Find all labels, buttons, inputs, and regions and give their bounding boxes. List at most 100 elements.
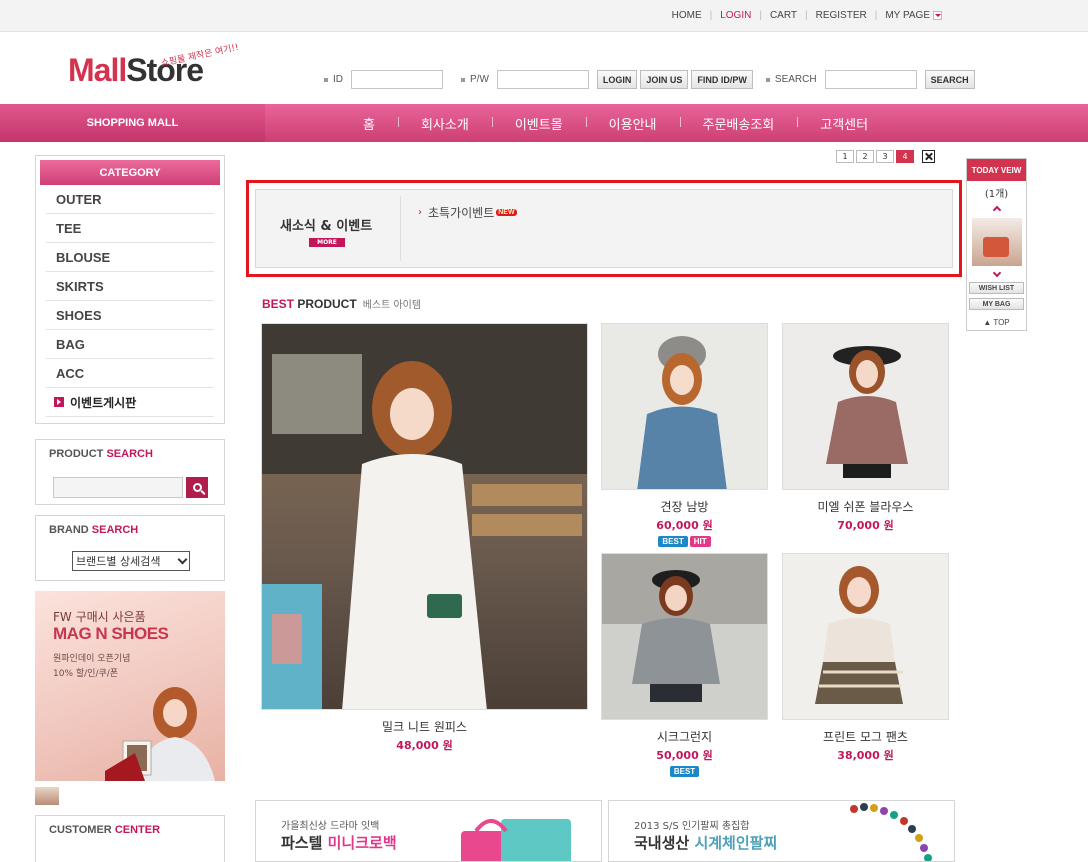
today-view-count: (1개) bbox=[984, 189, 1009, 200]
product-image[interactable] bbox=[601, 553, 768, 720]
banner-line2: MAG N SHOES bbox=[53, 624, 169, 643]
product-name[interactable]: 시크그런지 bbox=[601, 728, 768, 745]
bag-banner-line2: 파스텔 미니크로백 bbox=[281, 834, 397, 852]
news-event-box: 새소식 & 이벤트 MORE › 초특가이벤트 NEW bbox=[246, 180, 962, 277]
login-row: ID P/W LOGIN JOIN US FIND ID/PW SEARCH S… bbox=[324, 70, 978, 89]
divider: | bbox=[805, 10, 808, 21]
product-card[interactable]: 미엘 쉬폰 블라우스 70,000 원 bbox=[782, 323, 949, 533]
shopping-mall-label[interactable]: SHOPPING MALL bbox=[0, 104, 265, 142]
page-3[interactable]: 3 bbox=[876, 150, 894, 163]
product-search-box: PRODUCT SEARCH bbox=[35, 439, 225, 505]
banner-thumbnail[interactable] bbox=[35, 787, 59, 805]
page-2[interactable]: 2 bbox=[856, 150, 874, 163]
product-price: 50,000 원 bbox=[656, 749, 713, 762]
id-input[interactable] bbox=[351, 70, 443, 89]
brand-select-value: 브랜드별 상세검색 bbox=[76, 555, 161, 568]
arrow-right-icon bbox=[54, 397, 64, 407]
chevron-right-icon: › bbox=[418, 207, 422, 218]
product-price: 38,000 원 bbox=[837, 749, 894, 762]
login-link[interactable]: LOGIN bbox=[720, 10, 751, 21]
close-icon[interactable] bbox=[922, 150, 935, 163]
brand-search-title: BRAND SEARCH bbox=[49, 524, 139, 536]
product-name[interactable]: 프린트 모그 팬츠 bbox=[782, 728, 949, 745]
hit-badge: HIT bbox=[689, 536, 711, 547]
nav-item-customer-center[interactable]: 고객센터 bbox=[797, 114, 891, 133]
category-tee[interactable]: TEE bbox=[46, 214, 214, 243]
nav-item-guide[interactable]: 이용안내 bbox=[585, 114, 680, 133]
product-image[interactable] bbox=[782, 553, 949, 720]
news-event-inner: 새소식 & 이벤트 MORE › 초특가이벤트 NEW bbox=[255, 189, 953, 268]
category-shoes[interactable]: SHOES bbox=[46, 301, 214, 330]
password-input[interactable] bbox=[496, 70, 589, 89]
product-name[interactable]: 견장 남방 bbox=[601, 498, 768, 515]
product-card[interactable]: 견장 남방 60,000 원 BEST HIT bbox=[601, 323, 768, 547]
bag-banner[interactable]: 가을최신상 드라마 잇백 파스텔 미니크로백 bbox=[255, 800, 602, 862]
product-search-input[interactable] bbox=[53, 477, 183, 498]
search-icon bbox=[192, 483, 202, 492]
event-board-link[interactable]: 이벤트게시판 bbox=[46, 388, 214, 417]
product-price: 70,000 원 bbox=[837, 519, 894, 532]
best-badge: BEST bbox=[669, 766, 700, 777]
chevron-down-icon[interactable] bbox=[992, 268, 1002, 278]
chevron-down-icon[interactable] bbox=[933, 11, 942, 20]
search-input[interactable] bbox=[824, 70, 917, 89]
category-box: CATEGORY OUTER TEE BLOUSE SKIRTS SHOES B… bbox=[35, 155, 225, 424]
mypage-link[interactable]: MY PAGE bbox=[885, 10, 930, 21]
main-menu: 홈 회사소개 이벤트몰 이용안내 주문배송조회 고객센터 bbox=[340, 104, 891, 142]
news-item[interactable]: › 초특가이벤트 NEW bbox=[418, 204, 517, 221]
login-button[interactable]: LOGIN bbox=[596, 70, 638, 89]
product-name[interactable]: 미엘 쉬폰 블라우스 bbox=[782, 498, 949, 515]
search-button[interactable]: SEARCH bbox=[924, 70, 975, 89]
mybag-button[interactable]: MY BAG bbox=[969, 298, 1024, 310]
chevron-up-icon[interactable] bbox=[992, 205, 1002, 215]
nav-item-home[interactable]: 홈 bbox=[340, 114, 398, 133]
category-blouse[interactable]: BLOUSE bbox=[46, 243, 214, 272]
product-image[interactable] bbox=[782, 323, 949, 490]
bracelet-banner-line1: 2013 S/S 인기팔찌 총집합 bbox=[634, 821, 750, 832]
category-list: OUTER TEE BLOUSE SKIRTS SHOES BAG ACC 이벤… bbox=[46, 185, 214, 417]
product-card[interactable]: 시크그런지 50,000 원 BEST bbox=[601, 553, 768, 777]
product-price: 60,000 원 bbox=[656, 519, 713, 532]
product-card[interactable]: 프린트 모그 팬츠 38,000 원 bbox=[782, 553, 949, 763]
pw-label: P/W bbox=[461, 74, 489, 85]
find-id-pw-button[interactable]: FIND ID/PW bbox=[691, 70, 753, 89]
product-image[interactable] bbox=[261, 323, 588, 710]
promo-banner[interactable]: FW 구매시 사은품 MAG N SHOES 원파인데이 오픈기념 10% 할/… bbox=[35, 591, 225, 781]
home-link[interactable]: HOME bbox=[672, 10, 702, 21]
today-view-title: TODAY VEIW bbox=[967, 159, 1026, 181]
category-acc[interactable]: ACC bbox=[46, 359, 214, 388]
product-search-button[interactable] bbox=[186, 477, 208, 498]
divider: | bbox=[709, 10, 713, 21]
category-title: CATEGORY bbox=[40, 160, 220, 185]
banner-line1: FW 구매시 사은품 bbox=[53, 610, 146, 624]
main-nav: SHOPPING MALL 홈 회사소개 이벤트몰 이용안내 주문배송조회 고객… bbox=[0, 104, 1088, 142]
bracelet-banner-image bbox=[850, 803, 932, 861]
nav-item-order-tracking[interactable]: 주문배송조회 bbox=[679, 114, 798, 133]
recent-item-thumbnail[interactable] bbox=[972, 218, 1022, 266]
page-4[interactable]: 4 bbox=[896, 150, 914, 163]
page-1[interactable]: 1 bbox=[836, 150, 854, 163]
wishlist-button[interactable]: WISH LIST bbox=[969, 282, 1024, 294]
product-name[interactable]: 밀크 니트 원피스 bbox=[261, 718, 588, 735]
nav-item-event-mall[interactable]: 이벤트몰 bbox=[491, 114, 586, 133]
category-skirts[interactable]: SKIRTS bbox=[46, 272, 214, 301]
category-outer[interactable]: OUTER bbox=[46, 185, 214, 214]
divider: | bbox=[759, 10, 762, 21]
top-button[interactable]: ▲ TOP bbox=[967, 318, 1026, 327]
customer-center-title: CUSTOMER CENTER bbox=[49, 824, 161, 836]
bracelet-banner[interactable]: 2013 S/S 인기팔찌 총집합 국내생산 시계체인팔찌 bbox=[608, 800, 955, 862]
cart-link[interactable]: CART bbox=[770, 10, 797, 21]
top-nav: HOME | LOGIN | CART | REGISTER | MY PAGE bbox=[672, 10, 942, 21]
nav-item-about[interactable]: 회사소개 bbox=[397, 114, 492, 133]
join-button[interactable]: JOIN US bbox=[640, 70, 689, 89]
register-link[interactable]: REGISTER bbox=[816, 10, 867, 21]
category-bag[interactable]: BAG bbox=[46, 330, 214, 359]
product-card[interactable]: 밀크 니트 원피스 48,000 원 bbox=[261, 323, 588, 753]
product-price: 48,000 원 bbox=[396, 739, 453, 752]
today-view-panel: TODAY VEIW (1개) WISH LIST MY BAG ▲ TOP bbox=[966, 158, 1027, 331]
banner-model-image bbox=[105, 687, 215, 781]
more-button[interactable]: MORE bbox=[309, 238, 345, 247]
slider-pager: 1 2 3 4 bbox=[836, 150, 935, 163]
product-image[interactable] bbox=[601, 323, 768, 490]
brand-select[interactable]: 브랜드별 상세검색 bbox=[72, 551, 190, 571]
